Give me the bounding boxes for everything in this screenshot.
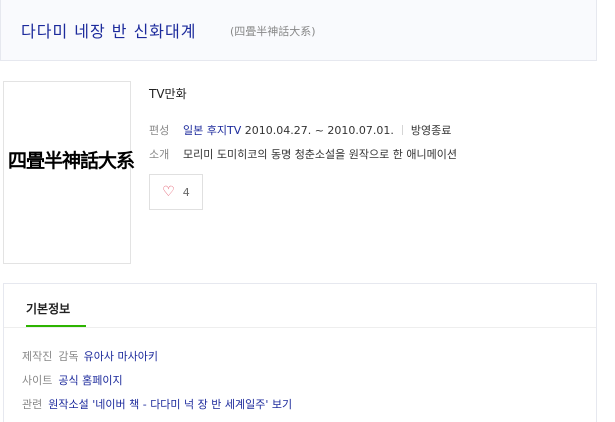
- like-count: 4: [182, 185, 190, 199]
- tab-divider: [4, 327, 596, 328]
- intro-label: 소개: [149, 148, 170, 161]
- intro-row: 소개 모리미 도미히코의 동명 청춘소설을 원작으로 한 애니메이션: [149, 146, 457, 162]
- director-link[interactable]: 유아사 마사아키: [84, 350, 158, 363]
- category-label: TV만화: [149, 87, 187, 101]
- title-bar: 다다미 네장 반 신화대계 (四畳半神話大系): [0, 0, 597, 61]
- like-button[interactable]: ♡ 4: [149, 174, 203, 210]
- producer-row: 제작진 감독 유아사 마사아키: [22, 348, 158, 364]
- original-title: (四畳半神話大系): [230, 25, 316, 38]
- heart-icon: ♡: [162, 184, 175, 200]
- active-tab-underline: [26, 325, 86, 327]
- schedule-period: 2010.04.27. ~ 2010.07.01.: [244, 124, 394, 137]
- director-sublabel: 감독: [58, 350, 79, 363]
- related-book-link[interactable]: 원작소설 '네이버 책 - 다다미 넉 장 반 세계일주' 보기: [48, 398, 292, 411]
- poster-image[interactable]: 四畳半神話大系: [3, 81, 135, 264]
- related-label: 관련: [22, 398, 43, 411]
- intro-text: 모리미 도미히코의 동명 청춘소설을 원작으로 한 애니메이션: [183, 148, 457, 161]
- schedule-row: 편성 일본 후지TV 2010.04.27. ~ 2010.07.01. 방영종료: [149, 122, 451, 138]
- network-link[interactable]: 일본 후지TV: [183, 124, 241, 137]
- producer-label: 제작진: [22, 350, 53, 363]
- poster-title-text: 四畳半神話大系: [8, 150, 135, 172]
- site-label: 사이트: [22, 374, 53, 387]
- separator: [401, 125, 403, 135]
- site-row: 사이트 공식 홈페이지: [22, 372, 123, 388]
- official-site-link[interactable]: 공식 홈페이지: [58, 374, 122, 387]
- schedule-label: 편성: [149, 124, 170, 137]
- related-row: 관련 원작소설 '네이버 책 - 다다미 넉 장 반 세계일주' 보기: [22, 396, 292, 412]
- page-title[interactable]: 다다미 네장 반 신화대계: [21, 18, 196, 42]
- tab-basic-info[interactable]: 기본정보: [26, 300, 70, 317]
- broadcast-status: 방영종료: [410, 124, 452, 137]
